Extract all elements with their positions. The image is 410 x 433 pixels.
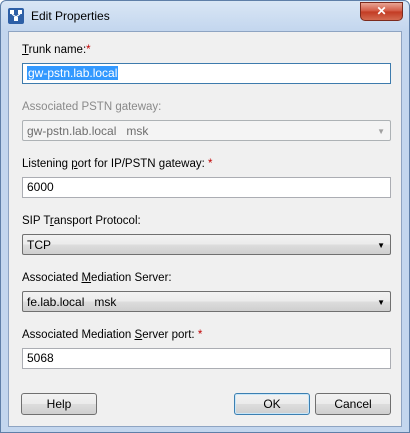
mediation-server-field: Associated Mediation Server: fe.lab.loca… [22,272,391,316]
listening-port-field: Listening port for IP/PSTN gateway: * 60… [22,158,391,202]
properties-icon [8,8,24,24]
listening-port-input[interactable]: 6000 [22,177,391,198]
chevron-down-icon: ▼ [377,127,385,136]
chevron-down-icon: ▼ [377,241,385,250]
title-bar[interactable]: Edit Properties ✕ [1,1,409,31]
pstn-gateway-select[interactable]: gw-pstn.lab.local msk ▼ [22,120,391,141]
trunk-name-input[interactable]: gw-pstn.lab.local [22,63,391,84]
pstn-gateway-label: Associated PSTN gateway: [22,101,162,113]
mediation-port-input[interactable]: 5068 [22,348,391,369]
edit-properties-dialog: Edit Properties ✕ Trunk name:* gw-pstn.l… [0,0,410,433]
mediation-server-select[interactable]: fe.lab.local msk ▼ [22,291,391,312]
required-marker: * [86,44,91,56]
dialog-body: Trunk name:* gw-pstn.lab.local Associate… [8,31,402,427]
chevron-down-icon: ▼ [377,298,385,307]
mediation-port-label: Associated Mediation Server port: * [22,329,203,341]
mediation-server-label: Associated Mediation Server: [22,272,172,284]
pstn-gateway-field: Associated PSTN gateway: gw-pstn.lab.loc… [22,101,391,145]
cancel-button[interactable]: Cancel [315,393,391,415]
required-marker: * [208,158,213,170]
listening-port-label: Listening port for IP/PSTN gateway: * [22,158,213,170]
ok-button[interactable]: OK [234,393,310,415]
sip-transport-select[interactable]: TCP ▼ [22,234,391,255]
trunk-name-label: Trunk name:* [22,44,91,56]
sip-transport-label: SIP Transport Protocol: [22,215,141,227]
sip-transport-field: SIP Transport Protocol: TCP ▼ [22,215,391,259]
required-marker: * [197,329,203,341]
trunk-name-field: Trunk name:* gw-pstn.lab.local [22,44,391,88]
mediation-port-field: Associated Mediation Server port: * 5068 [22,329,391,373]
window-title: Edit Properties [31,9,110,23]
close-button[interactable]: ✕ [360,2,403,21]
help-button[interactable]: Help [21,393,97,415]
